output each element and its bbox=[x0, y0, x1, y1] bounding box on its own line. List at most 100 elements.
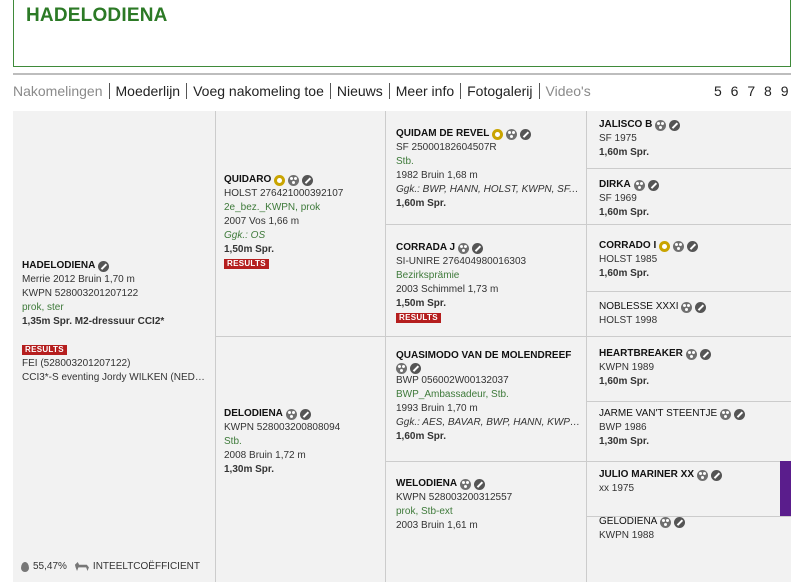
edit-icon[interactable] bbox=[98, 260, 110, 272]
ggp-registration: SF 1975 bbox=[599, 133, 637, 144]
gp-info: 1993 Bruin 1,70 m bbox=[396, 403, 478, 414]
edit-icon[interactable] bbox=[669, 119, 681, 131]
edit-icon[interactable] bbox=[647, 179, 659, 191]
nav-bar: Nakomelingen Moederlijn Voeg nakomeling to… bbox=[13, 73, 791, 105]
great-grandparent: CORRADO I HOLST 1985 1,60m Spr. bbox=[599, 239, 784, 281]
great-grandparent: NOBLESSE XXXI HOLST 1998 bbox=[599, 300, 784, 328]
sire-ggk: Ggk.: OS bbox=[224, 230, 266, 241]
subject-predicates: prok, ster bbox=[22, 302, 64, 313]
ggp-name[interactable]: CORRADO I bbox=[599, 239, 656, 253]
ggp-registration: SF 1969 bbox=[599, 193, 637, 204]
gp-name[interactable]: QUIDAM DE REVEL bbox=[396, 127, 489, 141]
offspring-icon[interactable] bbox=[697, 469, 709, 481]
tab-fotogalerij[interactable]: Fotogalerij bbox=[460, 83, 538, 99]
edit-icon[interactable] bbox=[699, 348, 711, 360]
edit-icon[interactable] bbox=[474, 478, 486, 490]
grandparent: WELODIENA KWPN 528003200312557 prok, Stb… bbox=[396, 477, 581, 533]
subject-registration: KWPN 528003201207122 bbox=[22, 288, 139, 299]
gp-sport: 1,50m Spr. bbox=[396, 298, 447, 309]
gp-ggk: Ggk.: BWP, HANN, HOLST, KWPN, SF, SI-U..… bbox=[396, 184, 581, 195]
offspring-icon[interactable] bbox=[660, 516, 672, 528]
sport-icon[interactable] bbox=[274, 174, 286, 186]
offspring-icon[interactable] bbox=[685, 348, 697, 360]
ggp-registration: HOLST 1985 bbox=[599, 254, 658, 265]
results-badge[interactable]: RESULTS bbox=[396, 313, 441, 323]
edit-icon[interactable] bbox=[711, 469, 723, 481]
tab-videos[interactable]: Video's bbox=[538, 83, 597, 99]
edit-icon[interactable] bbox=[687, 240, 699, 252]
subject-horse: HADELODIENA Merrie 2012 Bruin 1,70 m KWP… bbox=[22, 259, 208, 385]
offspring-icon[interactable] bbox=[506, 128, 518, 140]
ggp-name[interactable]: JARME VAN'T STEENTJE bbox=[599, 407, 717, 421]
sire-registration: HOLST 276421000392107 bbox=[224, 188, 344, 199]
gp-registration: SI-UNIRE 276404980016303 bbox=[396, 256, 527, 267]
results-badge[interactable]: RESULTS bbox=[224, 259, 269, 269]
great-grandparent: JARME VAN'T STEENTJE BWP 1986 1,30m Spr. bbox=[599, 407, 784, 449]
tab-voeg-nakomeling-toe[interactable]: Voeg nakomeling toe bbox=[186, 83, 330, 99]
dam-name[interactable]: DELODIENA bbox=[224, 407, 283, 421]
dam-predicates: Stb. bbox=[224, 436, 242, 447]
offspring-icon[interactable] bbox=[681, 301, 693, 313]
page-header: HADELODIENA bbox=[13, 0, 791, 67]
horse-icon bbox=[74, 562, 89, 571]
offspring-icon[interactable] bbox=[458, 242, 470, 254]
offspring-icon[interactable] bbox=[288, 174, 300, 186]
ggp-registration: HOLST 1998 bbox=[599, 315, 658, 326]
great-grandparent: JALISCO B SF 1975 1,60m Spr. bbox=[599, 118, 784, 160]
subject-fei: FEI (528003201207122) bbox=[22, 358, 131, 369]
tab-nieuws[interactable]: Nieuws bbox=[329, 83, 389, 99]
ggp-sport: 1,60m Spr. bbox=[599, 147, 650, 158]
edit-icon[interactable] bbox=[674, 516, 686, 528]
grandparent: CORRADA J SI-UNIRE 276404980016303 Bezir… bbox=[396, 241, 581, 325]
subject-name[interactable]: HADELODIENA bbox=[22, 259, 95, 273]
inbreeding-coefficient: 55,47% INTEELTCOËFFICIENT bbox=[21, 561, 200, 572]
ggp-name[interactable]: NOBLESSE XXXI bbox=[599, 300, 678, 314]
tab-meer-info[interactable]: Meer info bbox=[388, 83, 460, 99]
tab-nakomelingen[interactable]: Nakomelingen bbox=[13, 83, 109, 99]
grandparent: QUASIMODO VAN DE MOLENDREEF BWP 056002W0… bbox=[396, 349, 581, 444]
subject-sport: 1,35m Spr. M2-dressuur CCI2* bbox=[22, 316, 165, 327]
gp-info: 1982 Bruin 1,68 m bbox=[396, 170, 478, 181]
edit-icon[interactable] bbox=[472, 242, 484, 254]
great-grandparent: DIRKA SF 1969 1,60m Spr. bbox=[599, 178, 784, 220]
edit-icon[interactable] bbox=[410, 363, 421, 374]
gp-name[interactable]: CORRADA J bbox=[396, 241, 455, 255]
offspring-icon[interactable] bbox=[633, 179, 645, 191]
sire-name[interactable]: QUIDARO bbox=[224, 173, 271, 187]
ggp-name[interactable]: DIRKA bbox=[599, 178, 631, 192]
pedigree-tree: HADELODIENA Merrie 2012 Bruin 1,70 m KWP… bbox=[13, 111, 791, 582]
ggp-name[interactable]: JALISCO B bbox=[599, 118, 652, 132]
tab-moederlijn[interactable]: Moederlijn bbox=[108, 83, 187, 99]
sport-icon[interactable] bbox=[492, 128, 504, 140]
offspring-icon[interactable] bbox=[460, 478, 472, 490]
gp-ggk: Ggk.: AES, BAVAR, BWP, HANN, KWPN, OS, .… bbox=[396, 417, 581, 428]
offspring-icon[interactable] bbox=[655, 119, 667, 131]
generation-selector[interactable]: 5 6 7 8 9 bbox=[714, 83, 791, 99]
offspring-icon[interactable] bbox=[673, 240, 685, 252]
sire-info: 2007 Vos 1,66 m bbox=[224, 216, 300, 227]
ggp-sport: 1,30m Spr. bbox=[599, 436, 650, 447]
edit-icon[interactable] bbox=[299, 408, 311, 420]
edit-icon[interactable] bbox=[695, 301, 707, 313]
gp-sport: 1,60m Spr. bbox=[396, 431, 447, 442]
ggp-registration: xx 1975 bbox=[599, 483, 635, 494]
inbreeding-label[interactable]: INTEELTCOËFFICIENT bbox=[93, 561, 200, 572]
edit-icon[interactable] bbox=[302, 174, 314, 186]
edit-icon[interactable] bbox=[734, 408, 746, 420]
offspring-icon[interactable] bbox=[396, 363, 407, 374]
offspring-icon[interactable] bbox=[720, 408, 732, 420]
ggp-name[interactable]: HEARTBREAKER bbox=[599, 347, 683, 361]
edit-icon[interactable] bbox=[520, 128, 532, 140]
gp-name[interactable]: WELODIENA bbox=[396, 477, 457, 491]
ggp-name[interactable]: JULIO MARINER XX bbox=[599, 468, 694, 482]
ggp-registration: KWPN 1989 bbox=[599, 362, 655, 373]
sport-icon[interactable] bbox=[659, 240, 671, 252]
gp-name[interactable]: QUASIMODO VAN DE MOLENDREEF bbox=[396, 349, 571, 363]
gp-registration: BWP 056002W00132037 bbox=[396, 375, 509, 386]
subject-line1: Merrie 2012 Bruin 1,70 m bbox=[22, 274, 135, 285]
offspring-icon[interactable] bbox=[285, 408, 297, 420]
results-badge[interactable]: RESULTS bbox=[22, 345, 67, 355]
drop-icon bbox=[21, 561, 29, 572]
ggp-name[interactable]: GELODIENA bbox=[599, 515, 657, 529]
highlight-bar bbox=[780, 461, 791, 516]
